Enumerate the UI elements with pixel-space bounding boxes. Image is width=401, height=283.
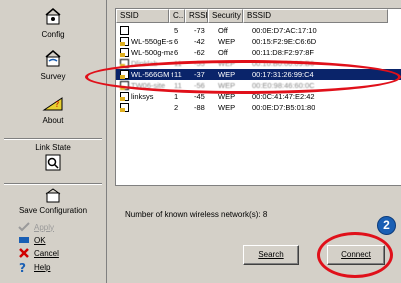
table-row[interactable]: 2 -88 WEP 00:0E:D7:B5:01:80 xyxy=(116,102,401,113)
ssid-cell: WL-500g-man... xyxy=(131,48,173,57)
sidebar-divider xyxy=(4,138,102,140)
sidebar-divider xyxy=(4,183,102,185)
cancel-button[interactable]: Cancel xyxy=(18,248,59,258)
column-header-bssid[interactable]: BSSID xyxy=(243,9,388,23)
sidebar-item-label: Save Configuration xyxy=(18,206,88,215)
ok-icon xyxy=(19,237,29,243)
survey-icon xyxy=(45,50,61,67)
about-icon: ? xyxy=(42,97,63,111)
help-label: Help xyxy=(34,262,51,272)
sidebar-item-link-state[interactable]: Link State xyxy=(0,143,106,174)
help-button[interactable]: ? Help xyxy=(18,261,50,273)
ssid-cell: WL-550gE-staff xyxy=(131,37,173,46)
checkmark-icon xyxy=(18,222,30,232)
highlight-annotation-oval xyxy=(85,60,401,94)
link-state-icon xyxy=(45,154,61,171)
apply-label: Apply xyxy=(34,222,55,232)
bssid-cell: 00:15:F2:9E:C6:6D xyxy=(252,37,317,46)
network-icon xyxy=(120,26,129,35)
channel-cell: 6 xyxy=(174,48,179,57)
sidebar-item-about[interactable]: ? About xyxy=(0,92,106,125)
rssi-cell: -73 xyxy=(194,26,205,35)
column-header-rssi[interactable]: RSSI xyxy=(185,9,208,23)
rssi-cell: -42 xyxy=(194,37,205,46)
sidebar-item-save-configuration[interactable]: Save Configuration xyxy=(0,188,106,215)
network-list[interactable]: SSID C... RSSI Security BSSID 5 -73 Off … xyxy=(115,8,401,186)
svg-text:?: ? xyxy=(55,100,59,109)
column-header-ssid[interactable]: SSID xyxy=(116,9,169,23)
secured-network-icon xyxy=(120,92,129,101)
security-cell: Off xyxy=(218,26,228,35)
column-header-channel[interactable]: C... xyxy=(169,9,185,23)
apply-button[interactable]: Apply xyxy=(18,222,54,232)
search-button-label: Search xyxy=(258,250,284,259)
sidebar-item-label: About xyxy=(42,116,64,125)
secured-network-icon xyxy=(120,103,129,112)
security-cell: WEP xyxy=(218,103,236,112)
rssi-cell: -88 xyxy=(194,103,205,112)
step-badge: 2 xyxy=(377,216,396,235)
table-row[interactable]: WL-500g-man... 6 -62 Off 00:11:D8:F2:97:… xyxy=(116,47,401,58)
network-list-header: SSID C... RSSI Security BSSID xyxy=(116,9,401,23)
security-cell: WEP xyxy=(218,37,236,46)
cancel-label: Cancel xyxy=(34,248,59,258)
config-icon xyxy=(45,8,61,25)
secured-network-icon xyxy=(120,48,129,57)
ok-label: OK xyxy=(34,235,46,245)
security-cell: Off xyxy=(218,48,228,57)
table-row[interactable]: WL-550gE-staff 6 -42 WEP 00:15:F2:9E:C6:… xyxy=(116,36,401,47)
bssid-cell: 00:0E:D7:AC:17:10 xyxy=(252,26,317,35)
ssid-cell: linksys xyxy=(131,92,154,101)
channel-cell: 2 xyxy=(174,103,179,112)
ok-button[interactable]: OK xyxy=(18,235,46,245)
sidebar-item-label: Link State xyxy=(35,143,71,152)
connect-annotation-oval xyxy=(317,232,393,278)
column-header-security[interactable]: Security xyxy=(208,9,243,23)
search-button[interactable]: Search xyxy=(243,245,299,265)
network-count-text: Number of known wireless network(s): 8 xyxy=(125,210,268,219)
channel-cell: 1 xyxy=(174,92,179,101)
sidebar: Config Survey ? About Link State Save Co… xyxy=(0,0,107,283)
table-row[interactable]: 5 -73 Off 00:0E:D7:AC:17:10 xyxy=(116,25,401,36)
help-icon: ? xyxy=(19,261,26,273)
close-icon xyxy=(19,248,29,258)
secured-network-icon xyxy=(120,37,129,46)
survey-panel: SSID C... RSSI Security BSSID 5 -73 Off … xyxy=(85,0,401,283)
channel-cell: 5 xyxy=(174,26,179,35)
sidebar-item-config[interactable]: Config xyxy=(0,6,106,39)
sidebar-item-label: Config xyxy=(41,30,65,39)
bssid-cell: 00:0E:D7:B5:01:80 xyxy=(252,103,316,112)
sidebar-item-label: Survey xyxy=(40,72,66,81)
channel-cell: 6 xyxy=(174,37,179,46)
utility-window: Config Survey ? About Link State Save Co… xyxy=(0,0,401,283)
svg-text:?: ? xyxy=(19,261,26,273)
save-configuration-icon xyxy=(45,188,61,203)
rssi-cell: -62 xyxy=(194,48,205,57)
bssid-cell: 00:11:D8:F2:97:8F xyxy=(252,48,314,57)
